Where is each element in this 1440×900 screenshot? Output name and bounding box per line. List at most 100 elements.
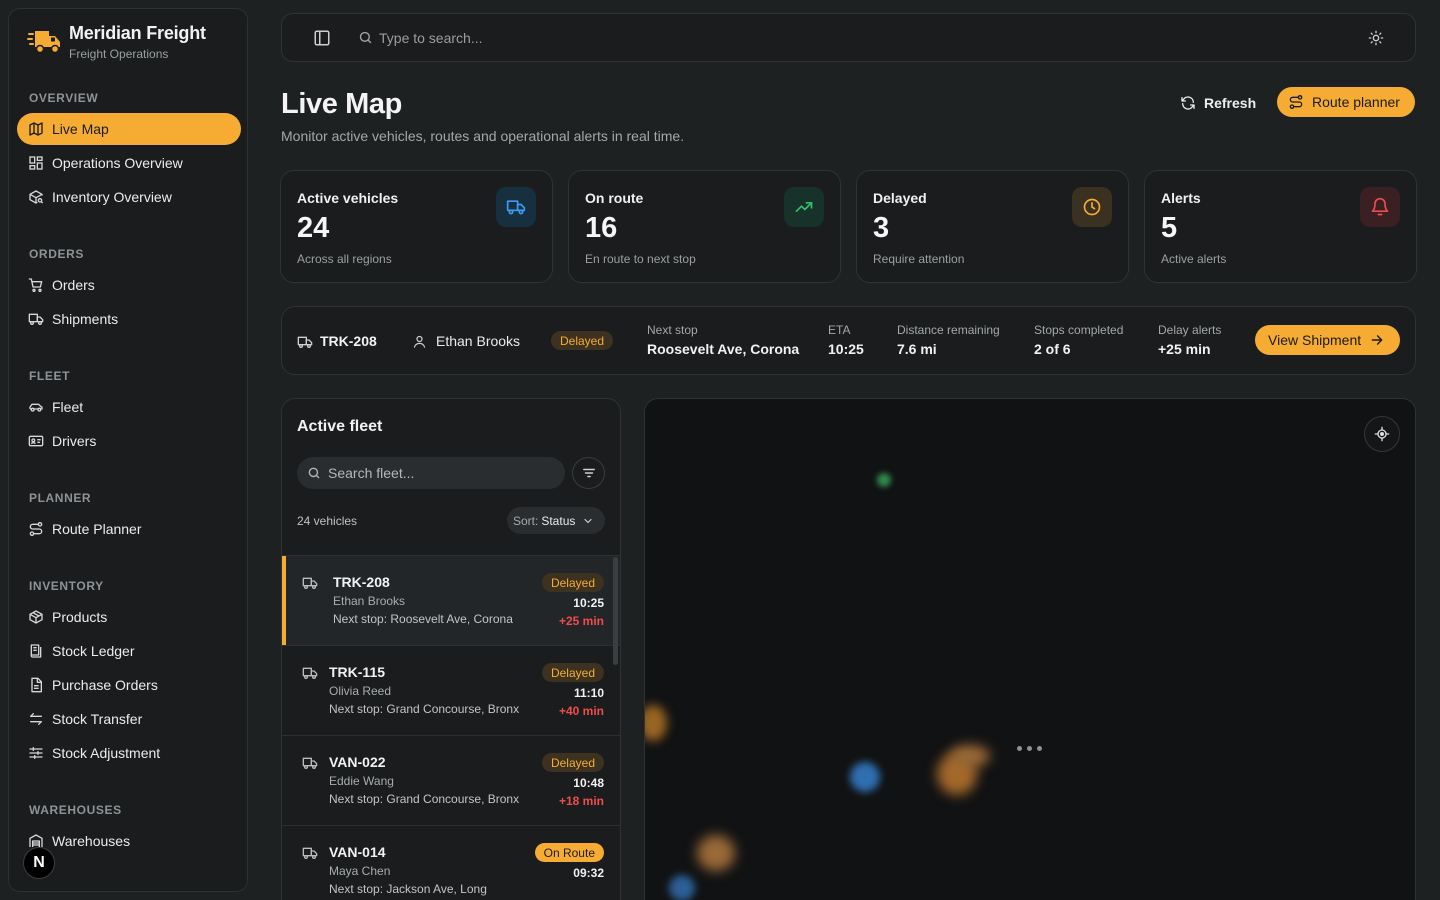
sidebar-item-products[interactable]: Products <box>17 601 241 633</box>
fleet-row[interactable]: VAN-022 Eddie Wang Next stop: Grand Conc… <box>282 735 620 825</box>
fleet-row[interactable]: TRK-115 Olivia Reed Next stop: Grand Con… <box>282 645 620 735</box>
view-shipment-button[interactable]: View Shipment <box>1255 325 1400 355</box>
sidebar-item-purchase-orders[interactable]: Purchase Orders <box>17 669 241 701</box>
dashboard-icon <box>29 156 43 170</box>
stat-value: 5 <box>1161 212 1178 244</box>
fleet-search-input[interactable] <box>328 463 548 483</box>
bell-icon <box>1371 197 1389 216</box>
shipment-driver: Ethan Brooks <box>436 333 521 349</box>
status-badge: Delayed <box>551 331 614 350</box>
eta-field: ETA 10:25 <box>828 323 864 357</box>
nav-section-inventory: INVENTORY <box>29 579 104 593</box>
truck-icon <box>302 757 318 769</box>
route-planner-button[interactable]: Route planner <box>1277 87 1415 117</box>
sidebar-toggle-icon[interactable] <box>313 29 331 47</box>
vehicle-id: TRK-115 <box>329 664 386 680</box>
stat-label: Delayed <box>873 190 927 206</box>
filter-button[interactable] <box>572 457 605 489</box>
fleet-list: TRK-208 Ethan Brooks Next stop: Roosevel… <box>282 555 620 900</box>
locate-button[interactable] <box>1364 416 1400 452</box>
stat-card-delayed: Delayed 3 Require attention <box>856 170 1129 283</box>
fleet-title: Active fleet <box>297 418 383 435</box>
topbar <box>281 13 1416 62</box>
next-stop-field: Next stop Roosevelt Ave, Corona <box>647 323 800 357</box>
nav-section-planner: PLANNER <box>29 491 92 505</box>
sidebar-item-fleet[interactable]: Fleet <box>17 391 241 423</box>
refresh-icon <box>1181 95 1195 110</box>
more-icon[interactable] <box>1017 746 1042 751</box>
brand-name: Meridian Freight <box>69 23 206 43</box>
sidebar-item-label: Operations Overview <box>52 155 183 171</box>
dev-badge[interactable]: N <box>23 847 55 879</box>
sidebar-item-stock-transfer[interactable]: Stock Transfer <box>17 703 241 735</box>
box-icon <box>29 610 43 624</box>
truck-icon <box>302 847 318 859</box>
stat-sub: Across all regions <box>297 252 392 266</box>
live-map[interactable] <box>644 398 1416 900</box>
vehicle-marker[interactable] <box>877 473 891 487</box>
sidebar-item-label: Drivers <box>52 433 97 449</box>
sidebar-item-drivers[interactable]: Drivers <box>17 425 241 457</box>
vehicle-delay: +25 min <box>558 614 604 628</box>
stat-value: 16 <box>585 212 618 244</box>
stat-card-active-vehicles: Active vehicles 24 Across all regions <box>280 170 553 283</box>
sidebar-item-label: Stock Transfer <box>52 711 143 727</box>
vehicle-next-stop: Next stop: Grand Concourse, Bronx <box>329 792 520 806</box>
id-card-icon <box>28 435 44 447</box>
vehicle-driver: Maya Chen <box>329 864 391 878</box>
sun-icon[interactable] <box>1368 30 1384 46</box>
sidebar-item-inventory-overview[interactable]: Inventory Overview <box>17 181 241 213</box>
sidebar-item-label: Warehouses <box>52 833 131 849</box>
refresh-button[interactable]: Refresh <box>1170 88 1266 117</box>
route-icon <box>29 522 43 536</box>
arrow-right-icon <box>1371 335 1383 345</box>
sort-dropdown[interactable]: Sort: Status <box>507 507 605 534</box>
stat-label: Active vehicles <box>297 190 399 206</box>
vehicle-marker[interactable] <box>850 762 880 792</box>
sidebar-item-live-map[interactable]: Live Map <box>17 113 241 145</box>
page-title: Live Map <box>281 88 402 120</box>
vehicle-marker[interactable] <box>645 705 667 741</box>
sidebar-item-operations-overview[interactable]: Operations Overview <box>17 147 241 179</box>
sidebar-item-orders[interactable]: Orders <box>17 269 241 301</box>
nav-section-orders: ORDERS <box>29 247 84 261</box>
vehicle-eta: 10:25 <box>573 596 604 610</box>
vehicle-marker[interactable] <box>697 835 735 871</box>
truck-logo-icon <box>27 31 60 54</box>
sidebar-item-label: Live Map <box>52 121 109 137</box>
chevron-down-icon <box>584 518 592 523</box>
sidebar-item-label: Products <box>52 609 108 625</box>
stat-sub: En route to next stop <box>585 252 696 266</box>
vehicle-eta: 11:10 <box>573 686 604 700</box>
fleet-scrollbar[interactable] <box>613 557 618 665</box>
shipment-truck-id: TRK-208 <box>320 333 377 349</box>
status-badge: On Route <box>534 843 604 862</box>
sidebar-item-shipments[interactable]: Shipments <box>17 303 241 335</box>
vehicle-id: VAN-022 <box>329 754 386 770</box>
vehicle-delay: +18 min <box>558 794 604 808</box>
vehicle-driver: Ethan Brooks <box>333 594 406 608</box>
package-search-icon <box>29 190 44 204</box>
vehicle-marker[interactable] <box>669 875 695 900</box>
sidebar-item-stock-ledger[interactable]: Stock Ledger <box>17 635 241 667</box>
stat-value: 3 <box>873 212 890 244</box>
sidebar-item-route-planner[interactable]: Route Planner <box>17 513 241 545</box>
fleet-row[interactable]: VAN-014 Maya Chen Next stop: Jackson Ave… <box>282 825 620 900</box>
search-icon <box>308 467 320 479</box>
sidebar-item-stock-adjustment[interactable]: Stock Adjustment <box>17 737 241 769</box>
delay-alerts-field: Delay alerts +25 min <box>1158 323 1222 357</box>
fleet-row[interactable]: TRK-208 Ethan Brooks Next stop: Roosevel… <box>282 555 620 645</box>
car-icon <box>29 403 43 412</box>
active-fleet-panel: Active fleet 24 vehicles Sort: Status TR… <box>281 398 621 900</box>
sidebar-item-label: Route Planner <box>52 521 142 537</box>
vehicle-marker[interactable] <box>950 745 990 767</box>
sidebar-item-label: Orders <box>52 277 95 293</box>
stat-sub: Active alerts <box>1161 252 1227 266</box>
nav-section-overview: OVERVIEW <box>29 91 99 105</box>
transfer-icon <box>30 713 42 725</box>
vehicle-next-stop: Next stop: Grand Concourse, Bronx <box>329 702 520 716</box>
brand[interactable]: Meridian Freight Freight Operations <box>27 23 206 61</box>
global-search-input[interactable] <box>379 28 979 48</box>
stat-card-alerts: Alerts 5 Active alerts <box>1144 170 1417 283</box>
search-icon <box>359 31 372 44</box>
